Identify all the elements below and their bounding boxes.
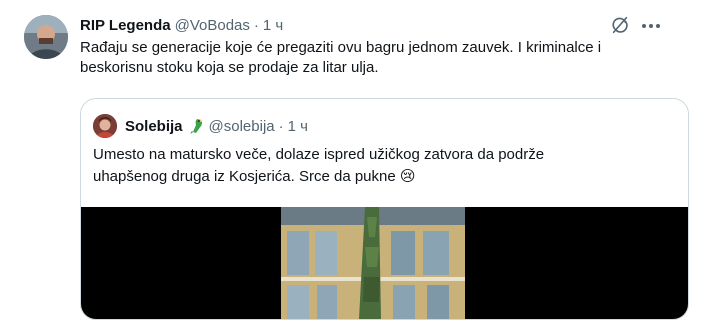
- quoted-tweet[interactable]: Solebija @solebija · 1 ч Umesto na matur…: [80, 98, 689, 320]
- parrot-emoji-icon: [187, 117, 205, 135]
- video-thumbnail: [281, 207, 465, 319]
- quoted-avatar[interactable]: [93, 114, 117, 138]
- quoted-text-line-2: uhapšenog druga iz Kosjerića. Srce da pu…: [93, 168, 416, 185]
- quoted-author-name[interactable]: Solebija: [125, 118, 183, 135]
- grok-icon: [612, 16, 628, 34]
- quoted-time[interactable]: 1 ч: [288, 118, 308, 135]
- quoted-video[interactable]: [81, 207, 688, 319]
- quoted-avatar-image: [93, 114, 117, 138]
- tweet-time[interactable]: 1 ч: [263, 17, 283, 34]
- separator-dot: ·: [253, 16, 259, 34]
- quoted-separator-dot: ·: [278, 117, 284, 135]
- author-name[interactable]: RIP Legenda: [80, 17, 171, 34]
- more-button[interactable]: [640, 16, 662, 36]
- quoted-text: Umesto na matursko veče, dolaze ispred u…: [93, 144, 653, 188]
- quoted-header: Solebija @solebija · 1 ч: [125, 116, 308, 136]
- quoted-text-line-1: Umesto na matursko veče, dolaze ispred u…: [93, 146, 545, 163]
- tweet[interactable]: RIP Legenda @VoBodas · 1 ч Rađaju se gen…: [0, 0, 708, 320]
- more-icon: [642, 24, 660, 28]
- avatar-image: [24, 15, 68, 59]
- avatar[interactable]: [24, 15, 68, 59]
- tweet-header: RIP Legenda @VoBodas · 1 ч: [80, 15, 283, 35]
- author-handle[interactable]: @VoBodas: [175, 17, 250, 34]
- tweet-text: Rađaju se generacije koje će pregaziti o…: [80, 39, 602, 76]
- quoted-author-handle[interactable]: @solebija: [209, 118, 275, 135]
- grok-button[interactable]: [610, 15, 632, 37]
